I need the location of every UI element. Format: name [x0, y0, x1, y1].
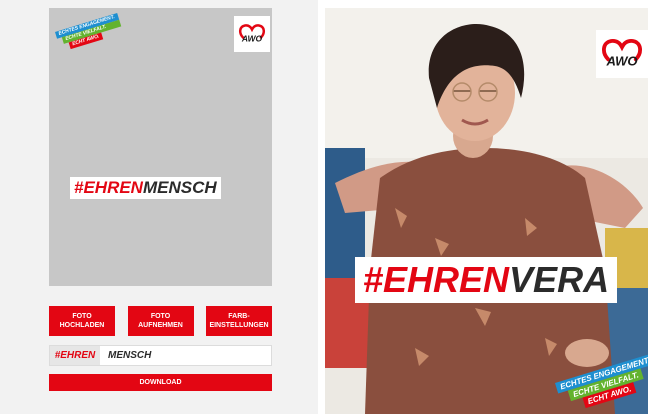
awo-heart-icon: AWO [602, 38, 642, 69]
hashtag-name: VERA [509, 259, 610, 300]
hashtag-prefix: #EHREN [74, 178, 143, 197]
upload-photo-label: FOTO HOCHLADEN [59, 313, 105, 329]
awo-logo-text: AWO [605, 54, 637, 69]
awo-logo: AWO [234, 16, 270, 52]
color-settings-label: FARB- EINSTELLUNGEN [209, 313, 269, 329]
upload-photo-button[interactable]: FOTO HOCHLADEN [49, 306, 115, 336]
name-input[interactable] [100, 346, 271, 365]
awo-heart-icon: AWO [239, 24, 265, 44]
color-settings-button[interactable]: FARB- EINSTELLUNGEN [206, 306, 272, 336]
name-prefix-label: #EHREN [50, 346, 100, 365]
hashtag-name: MENSCH [142, 178, 217, 197]
hashtag-overlay: #EHRENVERA [355, 257, 618, 303]
download-button[interactable]: DOWNLOAD [49, 374, 272, 391]
capture-photo-button[interactable]: FOTO AUFNEHMEN [127, 306, 194, 336]
hashtag-overlay: #EHRENMENSCH [70, 177, 221, 199]
action-buttons: FOTO HOCHLADEN FOTO AUFNEHMEN FARB- EINS… [49, 306, 272, 336]
awo-logo: AWO [596, 30, 648, 78]
preview-image: AWO #EHRENVERA ECHTES ENGAGEMENT. ECHTE … [325, 8, 648, 414]
capture-photo-label: FOTO AUFNEHMEN [138, 313, 183, 329]
editor-panel: ECHTES ENGAGEMENT. ECHTE VIELFALT. ECHT … [0, 0, 318, 414]
awo-logo-text: AWO [241, 34, 263, 44]
hashtag-prefix: #EHREN [363, 259, 510, 300]
photo-placeholder[interactable]: ECHTES ENGAGEMENT. ECHTE VIELFALT. ECHT … [49, 8, 272, 286]
slogan-badge: ECHTES ENGAGEMENT. ECHTE VIELFALT. ECHT … [55, 13, 123, 52]
name-field: #EHREN [49, 345, 272, 366]
